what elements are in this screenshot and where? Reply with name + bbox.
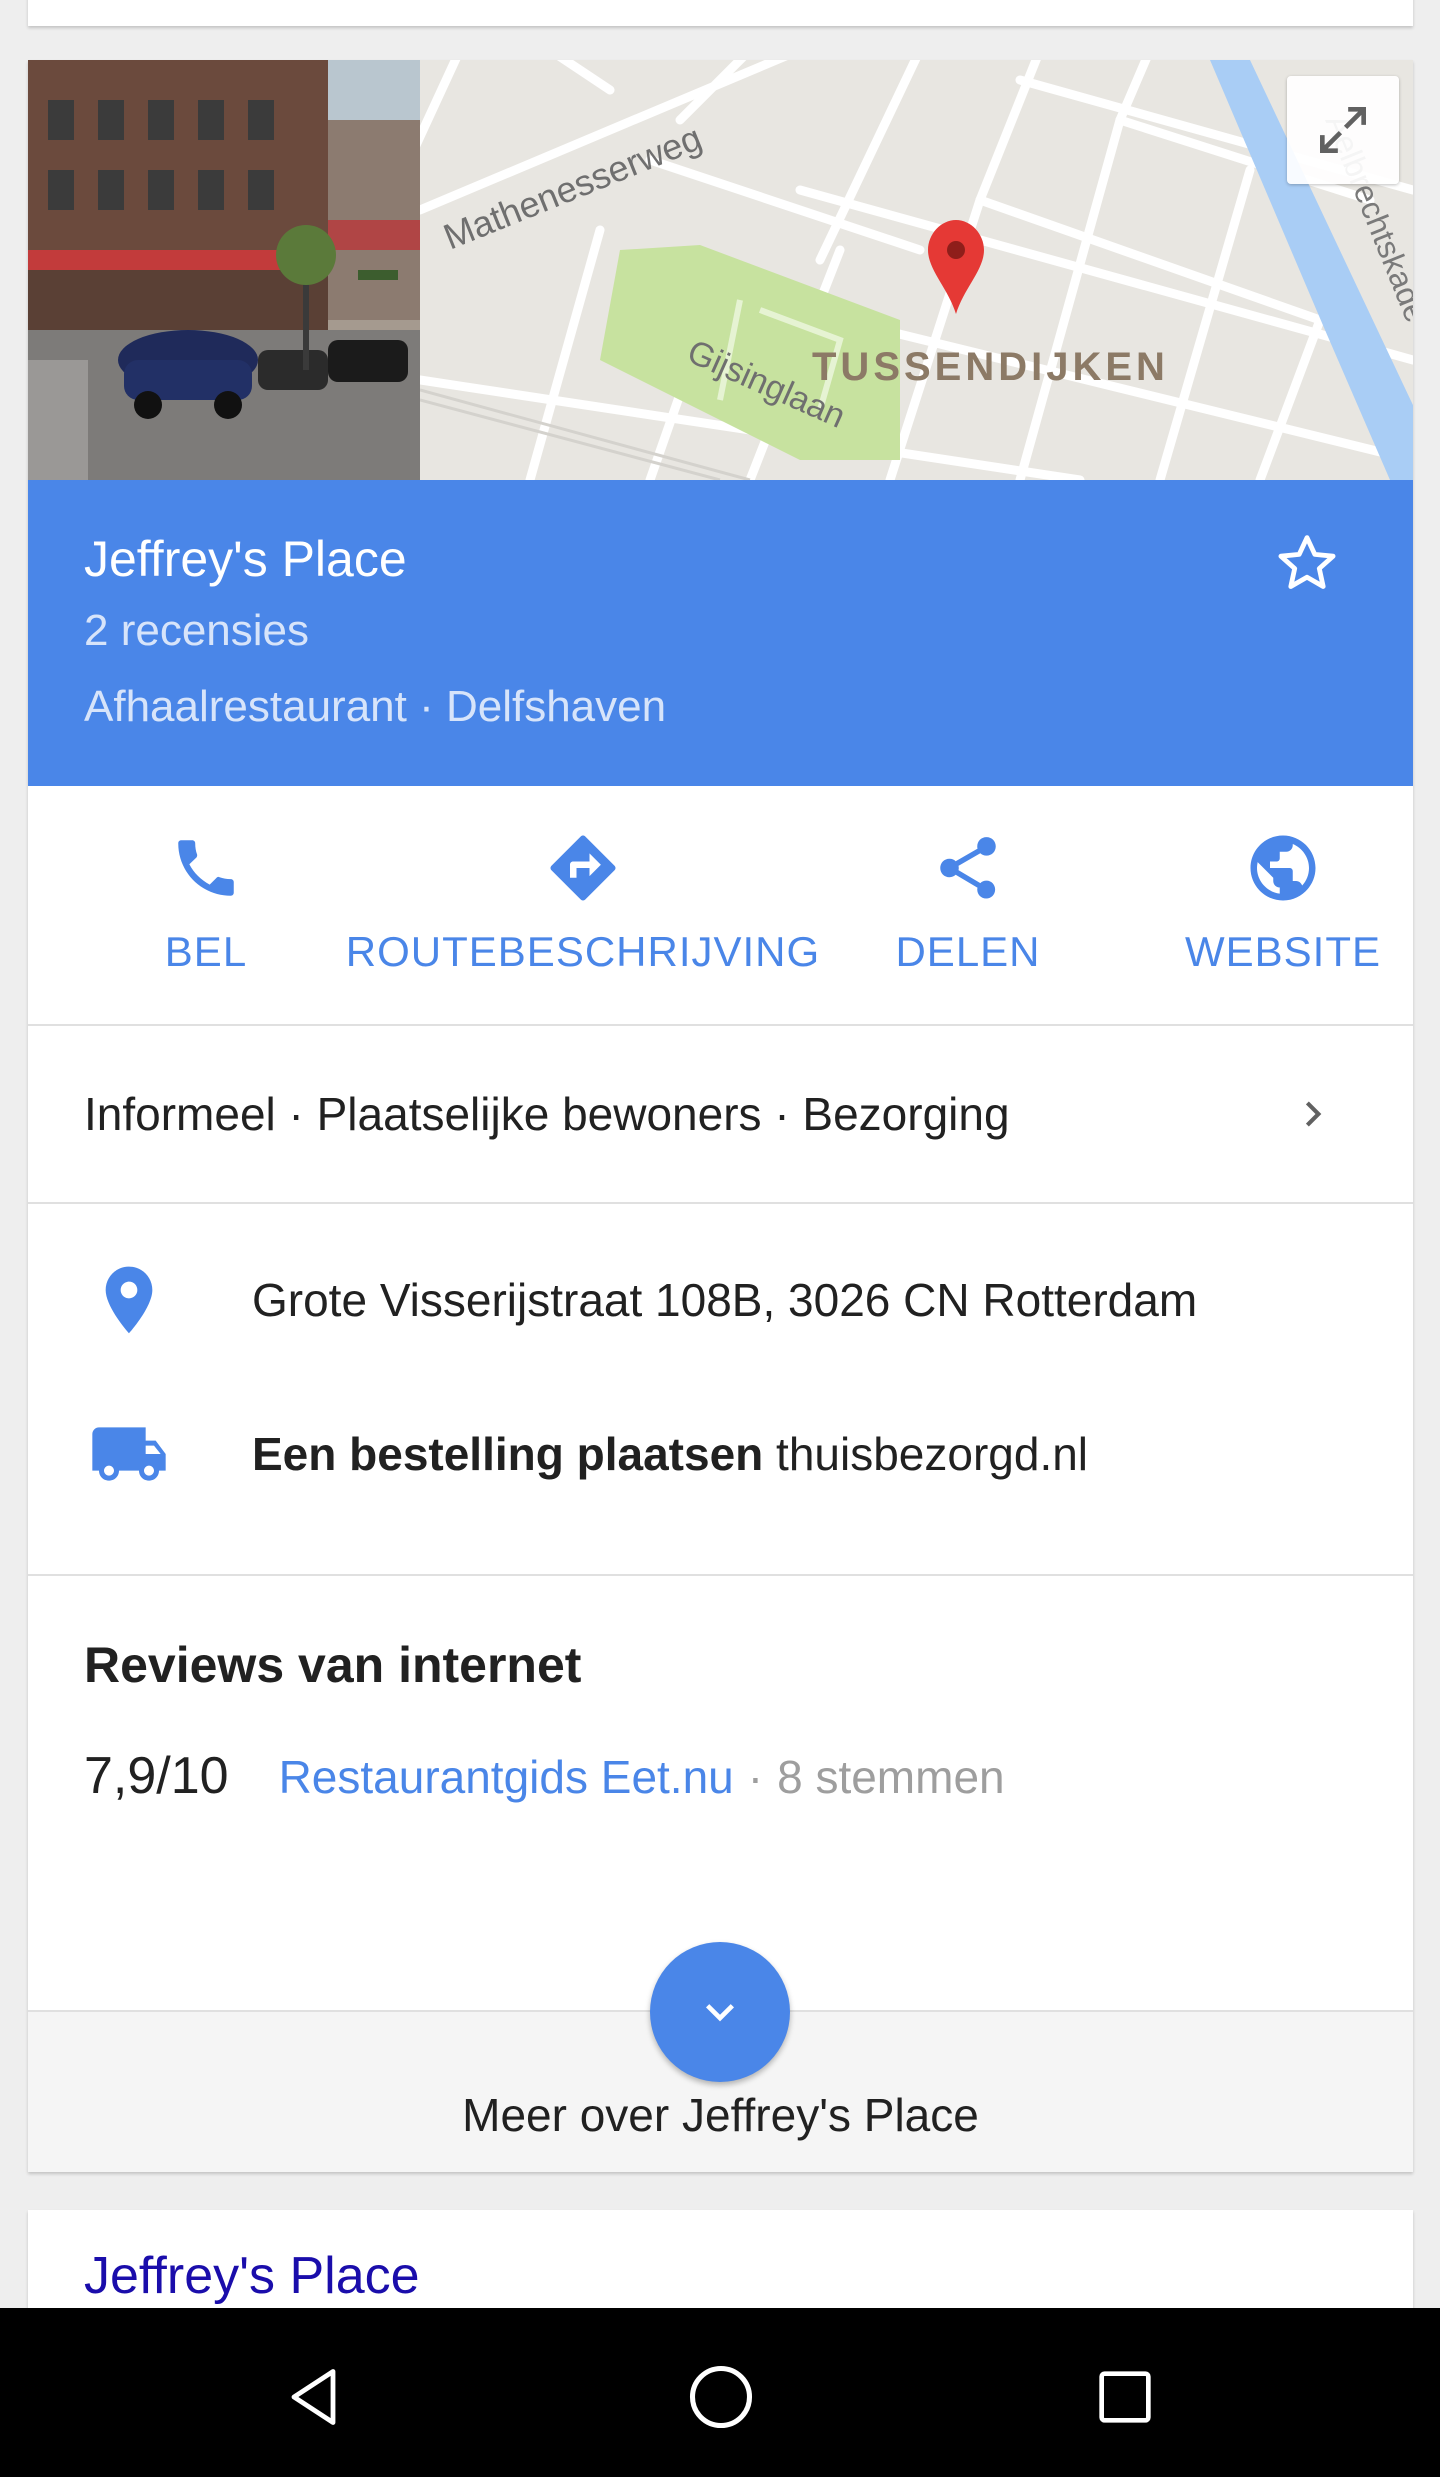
globe-icon [1241, 826, 1325, 910]
share-label: DELEN [895, 928, 1041, 975]
review-source-link[interactable]: Restaurantgids Eet.nu [279, 1750, 734, 1804]
website-button[interactable]: WEBSITE [1158, 786, 1408, 1026]
location-pin-icon [84, 1255, 174, 1345]
system-nav-bar [0, 2308, 1440, 2477]
share-icon [926, 826, 1010, 910]
place-category: Afhaalrestaurant · Delfshaven [84, 682, 667, 731]
recents-button[interactable] [1080, 2352, 1170, 2442]
expand-icon [1320, 107, 1366, 153]
place-card: Mathenesserweg Gijsinglaan TUSSENDIJKEN … [28, 60, 1413, 2172]
order-label: Een bestelling plaatsen [252, 1428, 764, 1480]
back-triangle-icon [291, 2369, 336, 2425]
order-site-link[interactable]: thuisbezorgd.nl [776, 1428, 1088, 1480]
directions-label: ROUTEBESCHRIJVING [345, 928, 821, 975]
order-row[interactable]: Een bestelling plaatsen thuisbezorgd.nl [28, 1404, 1413, 1504]
map[interactable]: Mathenesserweg Gijsinglaan TUSSENDIJKEN … [420, 60, 1413, 480]
street-view-photo[interactable] [28, 60, 420, 480]
save-star-button[interactable] [1267, 524, 1347, 604]
share-button[interactable]: DELEN [868, 786, 1068, 1026]
call-button[interactable]: BEL [136, 786, 276, 1026]
previous-card [28, 0, 1413, 26]
expand-more-button[interactable] [650, 1942, 790, 2082]
recents-square-icon [1099, 2371, 1151, 2423]
map-canvas: Mathenesserweg Gijsinglaan TUSSENDIJKEN … [420, 60, 1413, 480]
expand-map-button[interactable] [1287, 76, 1399, 184]
street-photo-image [28, 60, 420, 480]
more-section: Meer over Jeffrey's Place [28, 1942, 1413, 2172]
map-label-district: TUSSENDIJKEN [812, 345, 1169, 389]
address-text: Grote Visserijstraat 108B, 3026 CN Rotte… [252, 1274, 1198, 1326]
review-separator: · [747, 1751, 764, 1803]
order-text: Een bestelling plaatsen thuisbezorgd.nl [252, 1427, 1088, 1481]
home-button[interactable] [676, 2352, 766, 2442]
next-result-card: Jeffrey's Place [28, 2210, 1413, 2310]
call-label: BEL [164, 928, 248, 975]
attributes-row[interactable]: Informeel · Plaatselijke bewoners · Bezo… [28, 1026, 1413, 1204]
directions-button[interactable]: ROUTEBESCHRIJVING [328, 786, 838, 1026]
place-review-count[interactable]: 2 recensies [84, 600, 1357, 662]
home-circle-icon [689, 2365, 753, 2429]
action-bar: BEL ROUTEBESCHRIJVING DELEN WEBSITE [28, 786, 1413, 1026]
back-button[interactable] [270, 2352, 360, 2442]
review-votes: 8 stemmen [777, 1751, 1005, 1803]
directions-icon [541, 826, 625, 910]
website-label: WEBSITE [1184, 928, 1382, 975]
address-row[interactable]: Grote Visserijstraat 108B, 3026 CN Rotte… [28, 1250, 1413, 1350]
next-result-title[interactable]: Jeffrey's Place [84, 2246, 420, 2306]
info-section: Grote Visserijstraat 108B, 3026 CN Rotte… [28, 1204, 1413, 1576]
chevron-down-icon [706, 2004, 734, 2022]
more-about-link[interactable]: Meer over Jeffrey's Place [28, 2088, 1413, 2142]
delivery-truck-icon [84, 1409, 174, 1499]
attributes-text: Informeel · Plaatselijke bewoners · Bezo… [84, 1088, 1010, 1140]
place-title: Jeffrey's Place [84, 531, 407, 587]
hero-section: Mathenesserweg Gijsinglaan TUSSENDIJKEN … [28, 60, 1413, 480]
review-score: 7,9/10 [84, 1747, 229, 1805]
phone-icon [164, 826, 248, 910]
chevron-right-icon [1283, 1084, 1343, 1144]
reviews-title: Reviews van internet [84, 1637, 582, 1693]
place-header: Jeffrey's Place 2 recensies Afhaalrestau… [28, 480, 1413, 786]
review-entry: 7,9/10 Restaurantgids Eet.nu · 8 stemmen [84, 1746, 1005, 1806]
star-icon [1278, 535, 1336, 589]
